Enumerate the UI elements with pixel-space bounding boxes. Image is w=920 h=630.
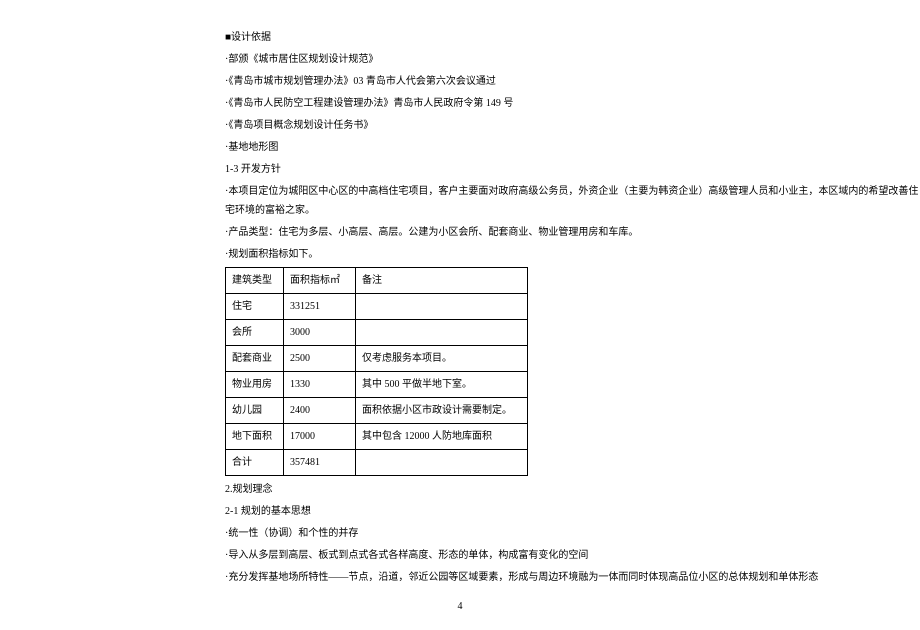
table-row: 配套商业 2500 仅考虑服务本项目。 xyxy=(226,346,528,372)
bullet-spec-1: ·部颁《城市居住区规划设计规范》 xyxy=(225,50,920,69)
cell-note: 仅考虑服务本项目。 xyxy=(356,346,528,372)
cell-type: 幼儿园 xyxy=(226,398,284,424)
section-2-1-heading: 2-1 规划的基本思想 xyxy=(225,502,920,521)
concept-bullet-1: ·统一性（协调）和个性的并存 xyxy=(225,524,920,543)
table-row: 幼儿园 2400 面积依据小区市政设计需要制定。 xyxy=(226,398,528,424)
th-area: 面积指标㎡ xyxy=(284,268,356,294)
section-2-heading: 2.规划理念 xyxy=(225,480,920,499)
cell-type: 会所 xyxy=(226,320,284,346)
section-1-3: 1-3 开发方针 xyxy=(225,160,920,179)
cell-type: 物业用房 xyxy=(226,372,284,398)
heading-design-basis: ■设计依据 xyxy=(225,28,920,47)
cell-area: 331251 xyxy=(284,294,356,320)
bullet-spec-3: ·《青岛市人民防空工程建设管理办法》青岛市人民政府令第 149 号 xyxy=(225,94,920,113)
concept-bullet-2: ·导入从多层到高层、板式到点式各式各样高度、形态的单体，构成富有变化的空间 xyxy=(225,546,920,565)
cell-area: 1330 xyxy=(284,372,356,398)
cell-area: 17000 xyxy=(284,424,356,450)
cell-type: 配套商业 xyxy=(226,346,284,372)
cell-area: 3000 xyxy=(284,320,356,346)
cell-note: 其中包含 12000 人防地库面积 xyxy=(356,424,528,450)
area-index-intro: ·规划面积指标如下。 xyxy=(225,245,920,264)
product-type-line: ·产品类型：住宅为多层、小高层、高层。公建为小区会所、配套商业、物业管理用房和车… xyxy=(225,223,920,242)
page-number: 4 xyxy=(0,597,920,616)
table-row: 合计 357481 xyxy=(226,450,528,476)
cell-area: 357481 xyxy=(284,450,356,476)
th-note: 备注 xyxy=(356,268,528,294)
table-row: 住宅 331251 xyxy=(226,294,528,320)
cell-type: 合计 xyxy=(226,450,284,476)
bullet-spec-2: ·《青岛市城市规划管理办法》03 青岛市人代会第六次会议通过 xyxy=(225,72,920,91)
cell-area: 2400 xyxy=(284,398,356,424)
bullet-spec-4: ·《青岛项目概念规划设计任务书》 xyxy=(225,116,920,135)
cell-note xyxy=(356,450,528,476)
table-row: 地下面积 17000 其中包含 12000 人防地库面积 xyxy=(226,424,528,450)
th-type: 建筑类型 xyxy=(226,268,284,294)
cell-type: 住宅 xyxy=(226,294,284,320)
cell-type: 地下面积 xyxy=(226,424,284,450)
table-header-row: 建筑类型 面积指标㎡ 备注 xyxy=(226,268,528,294)
table-row: 会所 3000 xyxy=(226,320,528,346)
cell-area: 2500 xyxy=(284,346,356,372)
bullet-spec-5: ·基地地形图 xyxy=(225,138,920,157)
cell-note xyxy=(356,294,528,320)
area-index-table: 建筑类型 面积指标㎡ 备注 住宅 331251 会所 3000 配套商业 250… xyxy=(225,267,528,476)
cell-note xyxy=(356,320,528,346)
dev-guideline-paragraph: ·本项目定位为城阳区中心区的中高档住宅项目，客户主要面对政府高级公务员，外资企业… xyxy=(225,182,920,220)
cell-note: 面积依据小区市政设计需要制定。 xyxy=(356,398,528,424)
table-row: 物业用房 1330 其中 500 平做半地下室。 xyxy=(226,372,528,398)
cell-note: 其中 500 平做半地下室。 xyxy=(356,372,528,398)
concept-bullet-3: ·充分发挥基地场所特性——节点，沿道，邻近公园等区域要素，形成与周边环境融为一体… xyxy=(225,568,920,587)
